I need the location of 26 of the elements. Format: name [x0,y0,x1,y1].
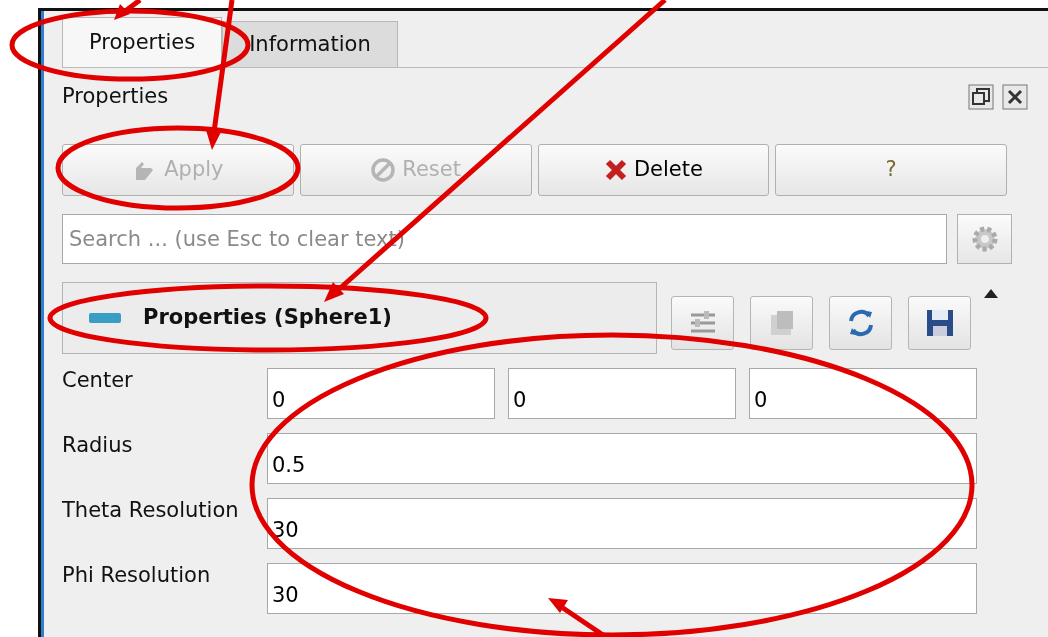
property-label: Center [62,368,134,394]
close-icon[interactable] [1002,84,1028,110]
save-button[interactable] [908,296,971,350]
number-field[interactable]: 30 [267,563,977,614]
number-field[interactable]: 0 [508,368,736,419]
annotation-arrow [114,0,142,20]
tab[interactable]: Properties [62,17,223,67]
property-label: Phi Resolution [62,563,212,589]
collapse-bar-icon [89,313,121,323]
number-field[interactable]: 0 [749,368,977,419]
help-button[interactable]: ? [775,144,1007,196]
section-title: Properties (Sphere1) [143,304,392,332]
property-label: Radius [62,433,134,459]
copy-button[interactable] [750,296,813,350]
number-field[interactable]: 30 [267,498,977,549]
no-entry-icon [370,157,397,183]
restore-icon[interactable] [968,84,994,110]
tab[interactable]: Information [222,21,398,67]
number-field[interactable]: 0 [267,368,495,419]
panel-title: Properties [62,83,169,111]
refresh-button[interactable] [829,296,892,350]
cross-icon [603,158,628,182]
delete-button[interactable]: Delete [537,144,770,196]
advanced-toggle-button[interactable] [671,296,734,350]
number-field[interactable]: 0.5 [267,433,977,484]
property-label: Theta Resolution [62,498,240,524]
